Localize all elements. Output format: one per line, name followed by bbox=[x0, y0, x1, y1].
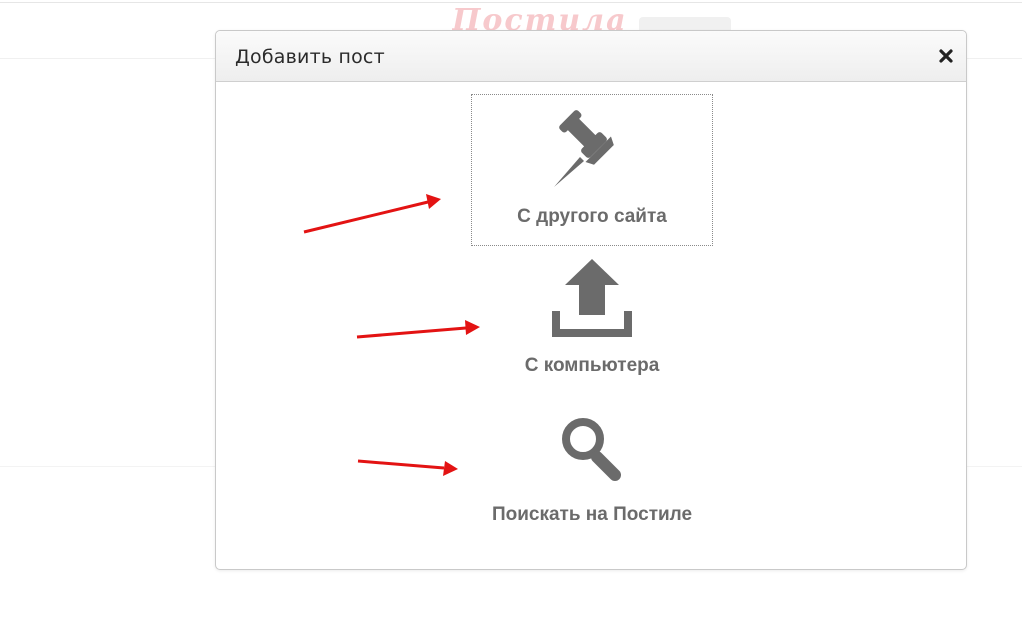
page: Постила Добавить пост С другого сайта С … bbox=[0, 0, 1022, 622]
close-icon bbox=[939, 49, 953, 63]
option-label-computer: С компьютера bbox=[524, 355, 660, 376]
close-button[interactable] bbox=[936, 46, 956, 66]
dialog-title: Добавить пост bbox=[235, 46, 385, 68]
option-label-search: Поискать на Постиле bbox=[491, 504, 693, 525]
upload-icon bbox=[552, 259, 632, 337]
option-search-postila[interactable]: Поискать на Постиле bbox=[472, 409, 712, 539]
background-top-line bbox=[0, 2, 1022, 3]
pushpin-icon bbox=[554, 110, 614, 187]
option-label-other-site: С другого сайта bbox=[517, 206, 667, 227]
option-from-other-site[interactable]: С другого сайта bbox=[471, 94, 713, 246]
option-from-computer[interactable]: С компьютера bbox=[472, 251, 712, 391]
background-site-logo: Постила bbox=[452, 6, 628, 30]
background-header-button bbox=[639, 17, 731, 31]
search-icon bbox=[562, 418, 621, 481]
add-post-dialog: Добавить пост С другого сайта С компьюте… bbox=[215, 30, 967, 570]
dialog-header: Добавить пост bbox=[216, 31, 966, 82]
